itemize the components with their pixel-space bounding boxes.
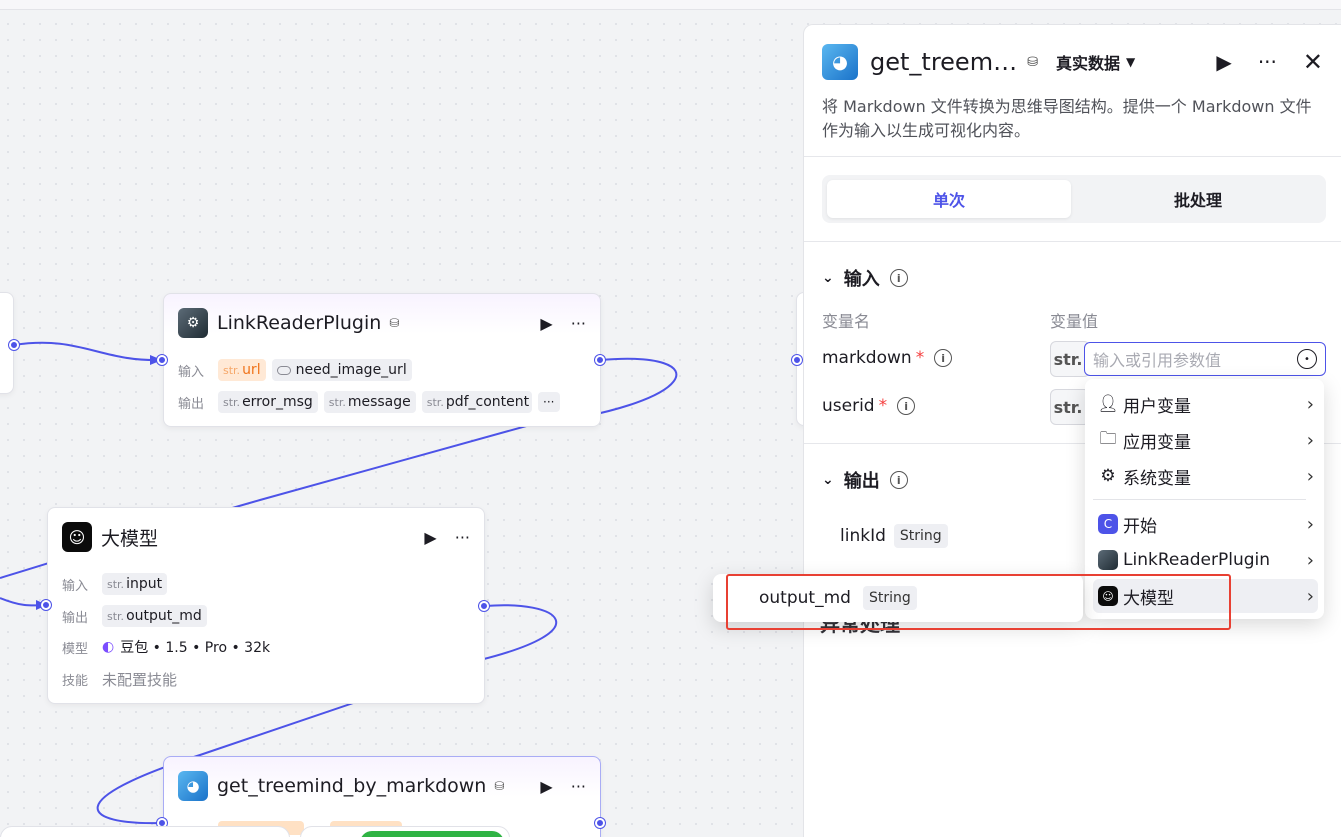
more-icon[interactable]: ··· (571, 314, 586, 333)
input-param-url: str. url (218, 359, 266, 381)
llm-icon: ☺ (62, 522, 92, 552)
var-userid: userid * i (822, 396, 916, 416)
more-icon[interactable]: ··· (1258, 50, 1277, 74)
chevron-down-icon: ⌄ (822, 270, 834, 286)
output-section-header[interactable]: ⌄ 输出 i (822, 467, 908, 493)
output-port[interactable] (595, 355, 605, 365)
start-icon: C (1097, 514, 1119, 534)
gear-icon: ⚙ (1100, 466, 1116, 486)
skill-label: 技能 (62, 673, 89, 689)
run-icon[interactable]: ▶ (540, 777, 552, 796)
input-label: 输入 (178, 364, 205, 380)
chevron-right-icon: › (1306, 549, 1314, 571)
output-param-pdf-content: str. pdf_content (421, 391, 532, 413)
panel-description: 将 Markdown 文件转换为思维导图结构。提供一个 Markdown 文件作… (822, 97, 1312, 140)
info-icon: i (889, 471, 908, 489)
menu-item-user-vars[interactable]: 👤︎ 用户变量 › (1093, 387, 1318, 421)
chevron-down-icon: ⌄ (822, 472, 834, 488)
model-label: 模型 (62, 641, 89, 657)
more-icon[interactable]: ··· (455, 528, 470, 547)
output-param-output-md: str. output_md (102, 605, 207, 627)
chevron-right-icon: › (1306, 585, 1314, 607)
test-run-button[interactable] (360, 831, 504, 837)
output-param-message: str. message (323, 391, 416, 413)
plugin-badge-icon: ⛁ (389, 316, 400, 330)
chevron-right-icon: › (1306, 465, 1314, 487)
output-label: 输出 (62, 610, 89, 626)
plugin-badge-icon: ⛁ (1027, 54, 1038, 70)
output-label: 输出 (178, 396, 205, 412)
run-icon[interactable]: ▶ (540, 314, 552, 333)
plugin-icon: ⚙ (178, 308, 208, 338)
tab-single[interactable]: 单次 (827, 180, 1071, 218)
model-value: 豆包 • 1.5 • Pro • 32k (120, 640, 271, 656)
bottom-toolbar[interactable] (0, 826, 290, 837)
plugin-badge-icon: ⛁ (494, 779, 505, 793)
tab-batch[interactable]: 批处理 (1076, 180, 1320, 218)
node-linkreader[interactable]: ⚙ LinkReaderPlugin ⛁ ▶ ··· 输入 str. url ne… (163, 293, 601, 427)
folder-icon: 🗀 (1099, 428, 1117, 449)
more-outputs-button[interactable]: ··· (537, 392, 560, 412)
more-icon[interactable]: ··· (571, 777, 586, 796)
type-str-userid: str. (1050, 389, 1090, 425)
input-label: 输入 (62, 578, 89, 594)
plugin-icon (1097, 550, 1119, 570)
chevron-right-icon: › (1306, 429, 1314, 451)
markdown-value-input[interactable]: 输入或引用参数值 • (1084, 342, 1326, 376)
doubao-icon: ◐ (102, 639, 115, 655)
col-name-header: 变量名 (822, 312, 871, 331)
chevron-right-icon: › (1306, 393, 1314, 415)
highlight-box (726, 574, 1231, 630)
output-port[interactable] (479, 601, 489, 611)
env-select[interactable]: 真实数据 ▼ (1056, 50, 1135, 74)
input-section-header[interactable]: ⌄ 输入 i (822, 265, 908, 291)
input-port[interactable] (41, 600, 51, 610)
info-icon: i (889, 269, 908, 287)
info-icon: i (897, 397, 916, 415)
user-icon: 👤︎ (1097, 394, 1119, 414)
mode-switch: 单次 批处理 (822, 175, 1326, 223)
node-title: get_treemind_by_markdown (217, 775, 487, 797)
doraemon-icon: ◕ (822, 44, 858, 80)
output-port[interactable] (595, 818, 605, 828)
menu-item-app-vars[interactable]: 🗀 应用变量 › (1093, 423, 1318, 457)
menu-item-linkreader[interactable]: LinkReaderPlugin › (1093, 543, 1318, 577)
toggle-icon (276, 365, 291, 375)
info-icon: i (934, 349, 953, 367)
output-param-error-msg: str. error_msg (218, 391, 318, 413)
node-llm[interactable]: ☺ 大模型 ▶ ··· 输入 str. input 输出 str. output_m… (47, 507, 485, 704)
panel-title: get_treem… (870, 48, 1018, 76)
node-title: 大模型 (101, 527, 159, 550)
chevron-right-icon: › (1306, 513, 1314, 535)
doraemon-icon: ◕ (178, 771, 208, 801)
caret-down-icon: ▼ (1126, 55, 1136, 69)
node-title: LinkReaderPlugin (217, 312, 382, 334)
menu-divider (1093, 499, 1306, 500)
input-port[interactable] (792, 355, 802, 365)
skill-value: 未配置技能 (102, 670, 178, 689)
col-value-header: 变量值 (1050, 312, 1099, 331)
input-port[interactable] (157, 355, 167, 365)
close-icon[interactable]: ✕ (1303, 48, 1323, 76)
node-treemind[interactable]: ◕ get_treemind_by_markdown ⛁ ▶ ··· (163, 756, 601, 837)
menu-item-start[interactable]: C 开始 › (1093, 507, 1318, 541)
run-icon[interactable]: ▶ (424, 528, 436, 547)
output-port[interactable] (9, 340, 19, 350)
run-icon[interactable]: ▶ (1216, 50, 1231, 74)
var-markdown: markdown * i (822, 348, 953, 368)
menu-item-system-vars[interactable]: ⚙ 系统变量 › (1093, 459, 1318, 493)
top-bar (0, 0, 1341, 10)
input-param-input: str. input (102, 573, 168, 595)
input-param-need-image-url: need_image_url (271, 359, 412, 381)
reference-icon[interactable]: • (1297, 349, 1317, 369)
output-var-row: linkId String (840, 524, 948, 548)
